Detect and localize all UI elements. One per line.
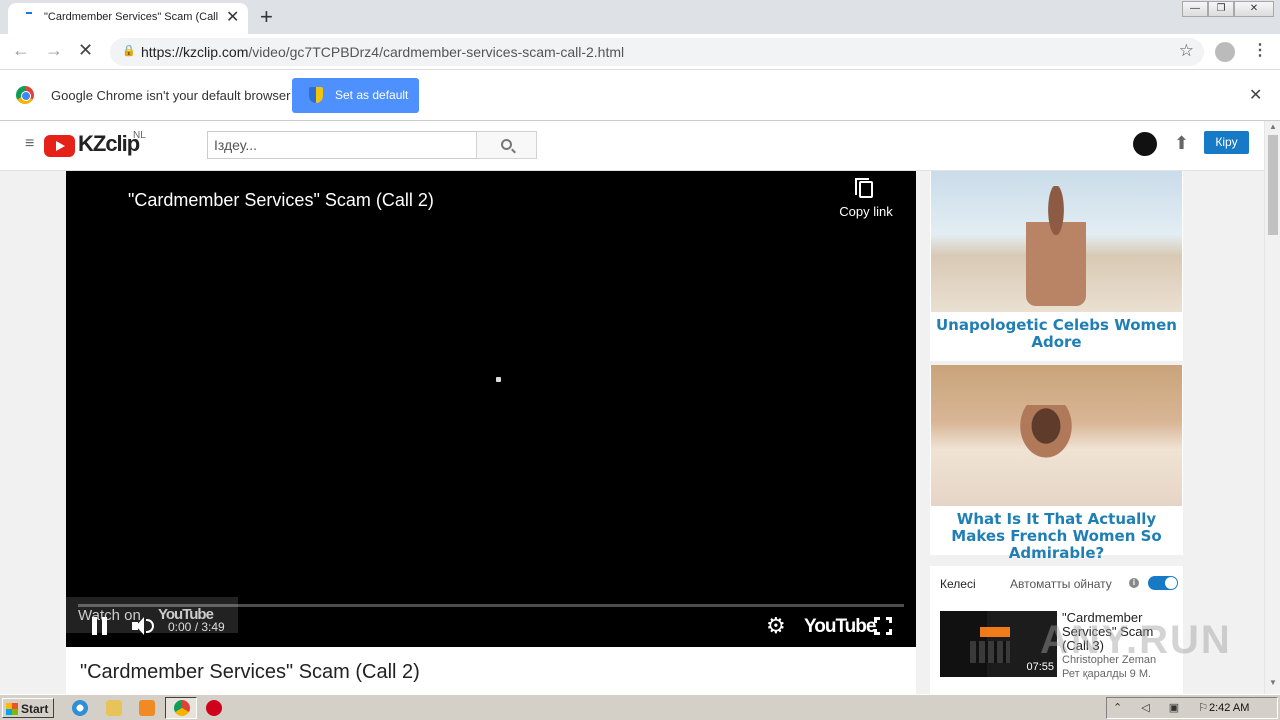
- browser-toolbar: ← → ✕ 🔒 https://kzclip.com/video/gc7TCPB…: [0, 34, 1280, 70]
- set-as-default-label: Set as default: [335, 88, 409, 102]
- chrome-menu-button[interactable]: ⋮: [1252, 40, 1268, 60]
- search-button[interactable]: [476, 131, 537, 159]
- start-label: Start: [21, 702, 49, 716]
- infobar-message: Google Chrome isn't your default browser: [51, 88, 291, 103]
- ad-card[interactable]: What Is It That Actually Makes French Wo…: [930, 365, 1183, 562]
- region-label: NL: [133, 130, 146, 141]
- info-icon[interactable]: i: [1129, 578, 1139, 588]
- tab-strip: "Cardmember Services" Scam (Call 2 ✕ + —…: [0, 0, 1280, 34]
- scroll-down-icon[interactable]: ▼: [1269, 678, 1277, 687]
- user-avatar[interactable]: [1133, 132, 1157, 156]
- browser-tab[interactable]: "Cardmember Services" Scam (Call 2 ✕: [8, 3, 248, 34]
- tab-close-button[interactable]: ✕: [226, 7, 239, 27]
- autoplay-toggle[interactable]: [1148, 576, 1178, 590]
- up-next-label: Келесі: [940, 577, 976, 591]
- site-header: ≡ KZclip NL ⬆ Кіру: [0, 121, 1264, 171]
- tab-title: "Cardmember Services" Scam (Call 2: [44, 11, 220, 23]
- video-player[interactable]: "Cardmember Services" Scam (Call 2) Copy…: [66, 171, 916, 647]
- view-count: Рет қаралды 9 М.: [1062, 668, 1152, 680]
- play-logo-icon[interactable]: [44, 135, 75, 157]
- default-browser-infobar: Google Chrome isn't your default browser…: [0, 70, 1280, 121]
- ad-image[interactable]: [931, 171, 1182, 312]
- ad-caption[interactable]: What Is It That Actually Makes French Wo…: [930, 511, 1183, 562]
- opera-icon[interactable]: [206, 700, 222, 716]
- stop-loading-button[interactable]: ✕: [78, 40, 93, 61]
- search-icon: [501, 139, 512, 150]
- upload-icon[interactable]: ⬆: [1174, 133, 1189, 154]
- scrollbar-thumb[interactable]: [1268, 135, 1278, 235]
- url-path: /video/gc7TCPBDrz4/cardmember-services-s…: [248, 44, 625, 60]
- ad-card[interactable]: Unapologetic Celebs Women Adore: [930, 171, 1183, 361]
- video-title: "Cardmember Services" Scam (Call 2): [80, 661, 420, 683]
- new-tab-button[interactable]: +: [260, 4, 273, 30]
- folder-icon[interactable]: [106, 700, 122, 716]
- window-close-button[interactable]: ✕: [1234, 1, 1274, 17]
- clock: 2:42 AM: [1209, 702, 1250, 714]
- shield-icon: [309, 87, 323, 103]
- url-text: https://kzclip.com/video/gc7TCPBDrz4/car…: [141, 44, 624, 60]
- login-button[interactable]: Кіру: [1204, 131, 1249, 154]
- system-tray: ⌃ ◁ ▣ ⚐ 2:42 AM: [1106, 697, 1278, 719]
- taskbar-chrome-button[interactable]: [165, 697, 197, 719]
- page-scrollbar[interactable]: ▲ ▼: [1264, 121, 1280, 694]
- settings-gear-icon[interactable]: ⚙: [766, 615, 786, 637]
- search-input[interactable]: [207, 131, 477, 159]
- set-as-default-button[interactable]: Set as default: [292, 78, 419, 113]
- pause-button[interactable]: [92, 617, 108, 635]
- address-bar[interactable]: 🔒 https://kzclip.com/video/gc7TCPBDrz4/c…: [110, 38, 1204, 66]
- youtube-logo-button[interactable]: YouTube: [804, 616, 876, 638]
- site-logo[interactable]: KZclip: [78, 131, 140, 157]
- internet-explorer-icon[interactable]: [72, 700, 88, 716]
- ad-image[interactable]: [931, 365, 1182, 506]
- watermark: ANY.RUN: [1040, 618, 1232, 662]
- url-domain: https://kzclip.com: [141, 44, 249, 60]
- copy-icon: [855, 178, 873, 198]
- chrome-icon: [174, 700, 190, 716]
- ad-caption[interactable]: Unapologetic Celebs Women Adore: [930, 317, 1183, 351]
- scroll-up-icon[interactable]: ▲: [1269, 122, 1277, 131]
- windows-taskbar: Start ⌃ ◁ ▣ ⚐ 2:42 AM: [0, 694, 1280, 720]
- minimize-button[interactable]: —: [1182, 1, 1208, 17]
- copy-link-button[interactable]: Copy link: [836, 178, 896, 219]
- restore-button[interactable]: ❐: [1208, 1, 1234, 17]
- windows-logo-icon: [6, 703, 18, 715]
- tab-favicon-icon: [26, 12, 32, 14]
- video-title-panel: "Cardmember Services" Scam (Call 2): [66, 647, 916, 694]
- autoplay-label: Автоматты ойнату: [1010, 577, 1112, 591]
- back-button[interactable]: ←: [12, 40, 30, 61]
- volume-icon[interactable]: [132, 616, 154, 636]
- hamburger-menu-icon[interactable]: ≡: [25, 135, 34, 153]
- loading-spinner-icon: [496, 377, 501, 382]
- bookmark-star-icon[interactable]: ☆: [1179, 41, 1194, 61]
- chrome-logo-icon: [16, 86, 34, 104]
- start-button[interactable]: Start: [2, 698, 54, 718]
- tray-icons[interactable]: ⌃ ◁ ▣ ⚐: [1113, 701, 1216, 714]
- infobar-close-button[interactable]: ✕: [1249, 85, 1262, 105]
- fullscreen-icon[interactable]: [874, 617, 892, 635]
- progress-bar[interactable]: [78, 604, 904, 607]
- time-display: 0:00 / 3:49: [168, 620, 225, 634]
- player-video-title[interactable]: "Cardmember Services" Scam (Call 2): [128, 190, 434, 211]
- media-player-icon[interactable]: [139, 700, 155, 716]
- forward-button[interactable]: →: [45, 40, 63, 61]
- copy-link-label: Copy link: [839, 204, 893, 219]
- lock-icon: 🔒: [122, 45, 136, 57]
- profile-avatar-icon[interactable]: [1215, 42, 1235, 62]
